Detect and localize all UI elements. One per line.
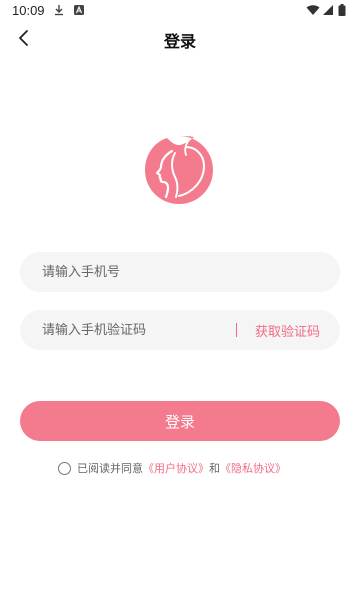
battery-icon (338, 4, 350, 16)
phone-input[interactable] (40, 263, 320, 281)
get-code-button[interactable]: 获取验证码 (255, 321, 320, 340)
header: 登录 (0, 20, 360, 60)
field-divider (235, 323, 237, 337)
login-button[interactable]: 登录 (20, 401, 340, 441)
app-logo (142, 133, 216, 207)
chevron-left-icon (17, 29, 31, 51)
signal-icon (322, 4, 334, 16)
woman-profile-logo (145, 136, 213, 204)
login-button-label: 登录 (164, 412, 195, 431)
status-right (306, 4, 350, 16)
back-button[interactable] (10, 26, 38, 54)
download-icon (53, 4, 65, 16)
phone-field[interactable] (20, 252, 340, 292)
notification-a-icon (73, 4, 85, 16)
agreement-prefix: 已阅读并同意 (77, 462, 143, 475)
privacy-policy-link[interactable]: 《隐私协议》 (220, 460, 286, 476)
code-field[interactable]: 获取验证码 (20, 310, 340, 350)
agreement-radio[interactable] (58, 461, 71, 475)
status-time: 10:09 (12, 2, 45, 18)
agreement-row: 已阅读并同意 《用户协议》 和 《隐私协议》 (58, 460, 286, 476)
status-bar: 10:09 (0, 0, 360, 20)
user-agreement-link[interactable]: 《用户协议》 (143, 460, 209, 476)
status-left: 10:09 (12, 3, 85, 18)
wifi-icon (306, 4, 320, 16)
code-input[interactable] (40, 321, 228, 339)
agreement-and: 和 (209, 462, 220, 475)
page-title: 登录 (163, 32, 196, 51)
